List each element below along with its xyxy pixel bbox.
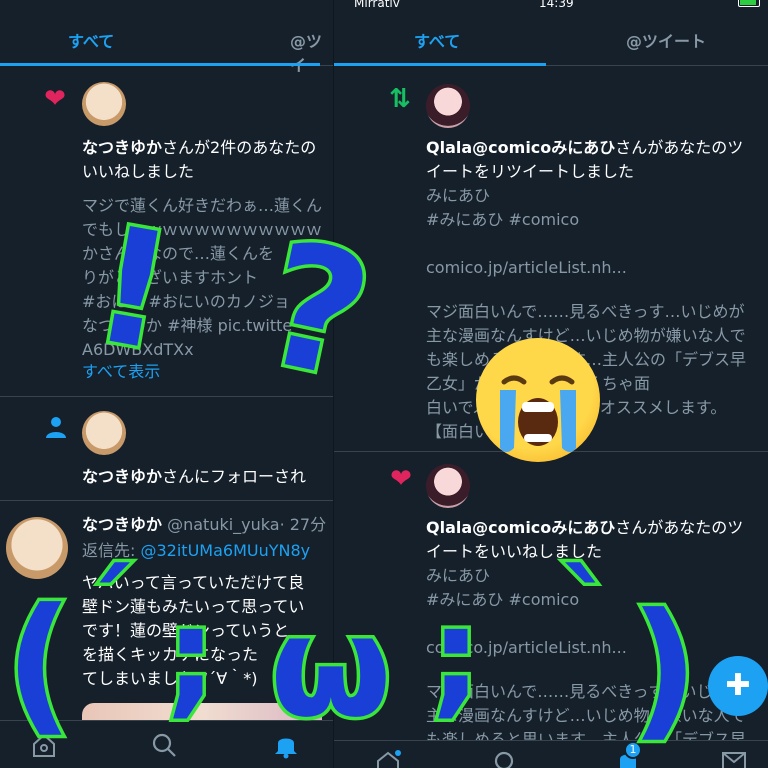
right-tab-mentions[interactable]: @ツイート <box>626 28 706 52</box>
heart-icon: ❤ <box>44 84 66 114</box>
left-tab-bar: すべて @ツイ <box>0 14 333 75</box>
avatar[interactable] <box>426 464 470 508</box>
user-name[interactable]: なつきゆか <box>82 138 162 157</box>
notification-text: なつきゆかさんにフォローされ <box>82 465 306 489</box>
tweet-preview-line: なつきゆか #神様 pic.twitte <box>82 316 293 335</box>
avatar[interactable] <box>82 82 126 126</box>
right-tab-bar: すべて @ツイート <box>334 14 768 66</box>
battery-icon <box>738 0 760 7</box>
notification-text: なつきゆかさんが2件のあなたの <box>82 136 333 160</box>
tweet-preview-line: みにあひ <box>426 186 491 205</box>
bell-icon[interactable] <box>272 731 300 759</box>
tweet-preview-line: #みにあひ #comico <box>426 590 580 609</box>
clock: 14:39 <box>539 0 574 10</box>
notification-suffix: さんがあなたのツ <box>615 518 744 537</box>
tweet-preview-line: マジ面白いんで……見るべきっす…いじめが <box>426 302 745 321</box>
notification-text: Qlala@comicoみにあひさんがあなたのツ <box>426 516 743 540</box>
reply-to-label: 返信先: <box>82 541 136 560</box>
tweet-header: なつきゆか @natuki_yuka· 27分 <box>82 513 326 537</box>
compose-button[interactable]: ✚ <box>708 656 768 716</box>
reply-to: 返信先: @32itUMa6MUuYN8y <box>82 539 310 563</box>
status-bar: Mirrativ 14:39 <box>334 0 768 12</box>
search-icon[interactable] <box>492 749 520 768</box>
mail-icon[interactable] <box>720 749 748 768</box>
crying-face-emoji <box>476 338 600 462</box>
compose-icon: ✚ <box>725 668 751 703</box>
avatar[interactable] <box>426 84 470 128</box>
notification-like[interactable]: ❤ Qlala@comicoみにあひさんがあなたのツ イートをいいねしました み… <box>334 452 768 749</box>
tweet-time: · 27分 <box>279 515 327 534</box>
left-bottom-nav <box>0 720 333 768</box>
tweet-preview-line: マジ面白いんで……見るべきっす…いじめが <box>426 682 745 701</box>
tweet-preview-line: comico.jp/articleList.nh... <box>426 258 627 277</box>
reply-tweet[interactable]: なつきゆか @natuki_yuka· 27分 返信先: @32itUMa6MU… <box>0 501 333 743</box>
right-tab-all[interactable]: すべて <box>414 28 460 52</box>
home-icon[interactable] <box>30 731 58 759</box>
tweet-body-line: てしまいました(ﾉ´∀｀*) <box>82 669 258 688</box>
avatar[interactable] <box>6 517 68 579</box>
tweet-preview-line: #みにあひ #comico <box>426 210 580 229</box>
notification-text-line2: イートをいいねしました <box>426 542 603 561</box>
show-all-link[interactable]: すべて表示 <box>82 360 160 384</box>
user-name[interactable]: Qlala@comicoみにあひ <box>426 138 615 157</box>
tweet-preview-line: comico.jp/articleList.nh... <box>426 638 627 657</box>
carrier-label: Mirrativ <box>354 0 400 10</box>
left-tab-all[interactable]: すべて <box>68 28 114 52</box>
notification-suffix: さんにフォローされ <box>162 467 307 486</box>
left-screenshot-pane: すべて @ツイ ❤ なつきゆかさんが2件のあなたの いいねしました マジで蓮くん… <box>0 0 333 768</box>
notification-text-line2: イートをリツイートしました <box>426 162 635 181</box>
right-bottom-nav: 1 <box>334 740 768 768</box>
tweet-preview-line: マジで蓮くん好きだわぁ…蓮くん <box>82 196 323 215</box>
user-name[interactable]: Qlala@comicoみにあひ <box>426 518 615 537</box>
home-icon[interactable] <box>374 749 402 768</box>
tweet-preview-line: A6DWBXdTXx <box>82 340 194 359</box>
tweet-body-line: を描くキッカケになった <box>82 645 259 664</box>
tweet-preview-line: 主な漫画なんすけど…いじめ物が嫌いな人で <box>426 706 746 725</box>
user-name[interactable]: なつきゆか <box>82 467 162 486</box>
tweet-preview-line: かさん神なので…蓮くんを <box>82 244 275 263</box>
avatar[interactable] <box>82 411 126 455</box>
notification-text: Qlala@comicoみにあひさんがあなたのツ <box>426 136 743 160</box>
notification-follow[interactable]: なつきゆかさんにフォローされ <box>0 397 333 501</box>
tweet-preview-line: #おにの #おにいのカノジョ <box>82 292 290 311</box>
tweet-preview-line: りがとございますホント <box>82 268 259 287</box>
notification-text-line2: いいねしました <box>82 162 195 181</box>
tweet-body-line: です！蓮の壁ドンっていうと <box>82 621 290 640</box>
user-handle[interactable]: @natuki_yuka <box>167 515 279 534</box>
notification-suffix: さんが2件のあなたの <box>162 138 317 157</box>
heart-icon: ❤ <box>390 464 412 494</box>
tweet-body-line: 壁ドン蓮もみたいって思ってい <box>82 597 305 616</box>
person-icon <box>46 417 66 438</box>
tweet-preview-line: みにあひ <box>426 566 491 585</box>
notification-count-badge: 1 <box>624 741 642 759</box>
notification-like[interactable]: ❤ なつきゆかさんが2件のあなたの いいねしました マジで蓮くん好きだわぁ…蓮く… <box>0 66 333 397</box>
notification-suffix: さんがあなたのツ <box>615 138 744 157</box>
reply-to-handle[interactable]: @32itUMa6MUuYN8y <box>141 541 311 560</box>
search-icon[interactable] <box>150 731 178 759</box>
retweet-icon: ⇅ <box>389 84 411 114</box>
user-name[interactable]: なつきゆか <box>82 515 162 534</box>
tweet-preview-line: でもしｗｗｗｗｗｗｗｗｗｗｗｗ <box>82 220 323 239</box>
tweet-body-line: ヤバいって言っていただけて良 <box>82 573 305 592</box>
